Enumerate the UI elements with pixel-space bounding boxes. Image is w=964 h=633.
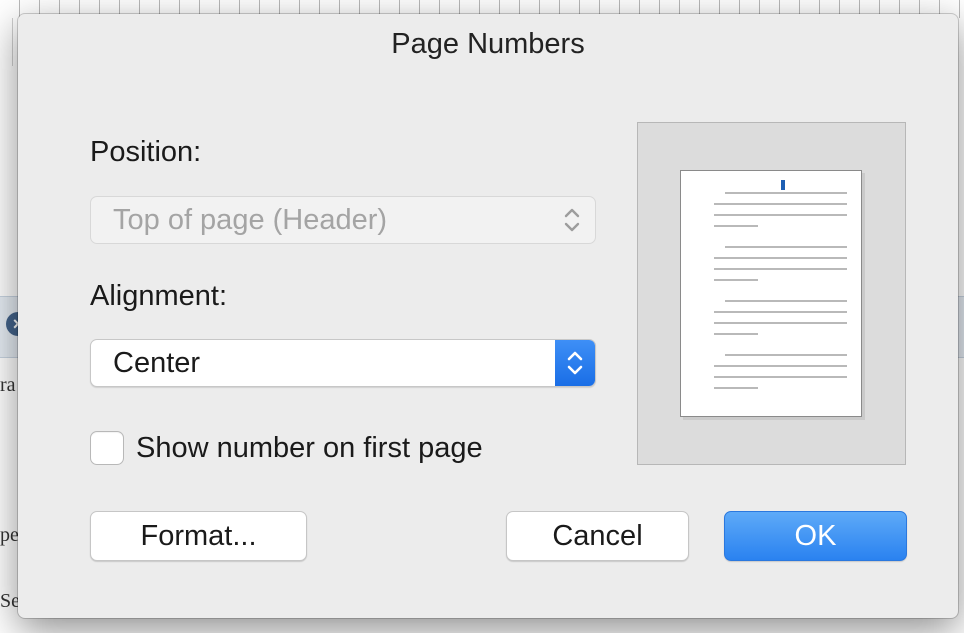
dialog-title: Page Numbers bbox=[391, 28, 585, 60]
preview-text-line bbox=[714, 268, 847, 270]
preview-text-line bbox=[725, 246, 847, 248]
position-select[interactable]: Top of page (Header) bbox=[90, 196, 596, 244]
show-number-first-page-checkbox[interactable] bbox=[90, 431, 124, 465]
page-number-marker bbox=[781, 180, 785, 190]
cancel-button[interactable]: Cancel bbox=[506, 511, 689, 561]
show-number-first-page-label[interactable]: Show number on first page bbox=[136, 432, 483, 465]
chevron-updown-icon bbox=[561, 206, 583, 236]
preview-text-line bbox=[725, 354, 847, 356]
alignment-select[interactable]: Center bbox=[90, 339, 596, 387]
format-button[interactable]: Format... bbox=[90, 511, 307, 561]
preview-text-line bbox=[714, 225, 758, 227]
background-text-fragment: ra bbox=[0, 374, 16, 396]
background-text-fragment: pe bbox=[0, 524, 19, 546]
preview-text-line bbox=[714, 311, 847, 313]
preview-text-line bbox=[725, 192, 847, 194]
page-margin-line bbox=[12, 18, 13, 66]
preview-text-line bbox=[714, 365, 847, 367]
alignment-label: Alignment: bbox=[90, 280, 228, 312]
alignment-select-value: Center bbox=[113, 347, 201, 379]
preview-text-line bbox=[714, 214, 847, 216]
preview-text-line bbox=[714, 376, 847, 378]
page-numbers-dialog: Page Numbers Position: Top of page (Head… bbox=[18, 14, 958, 618]
preview-text-line bbox=[725, 300, 847, 302]
preview-page-thumbnail bbox=[680, 170, 862, 417]
preview-text-line bbox=[714, 333, 758, 335]
preview-text-line bbox=[714, 257, 847, 259]
preview-text-line bbox=[714, 203, 847, 205]
position-label: Position: bbox=[90, 136, 202, 168]
page-preview bbox=[637, 122, 906, 465]
ok-button[interactable]: OK bbox=[724, 511, 907, 561]
position-select-value: Top of page (Header) bbox=[113, 204, 388, 236]
preview-text-line bbox=[714, 322, 847, 324]
preview-text-line bbox=[714, 387, 758, 389]
preview-text-line bbox=[714, 279, 758, 281]
chevron-updown-icon bbox=[555, 340, 595, 386]
